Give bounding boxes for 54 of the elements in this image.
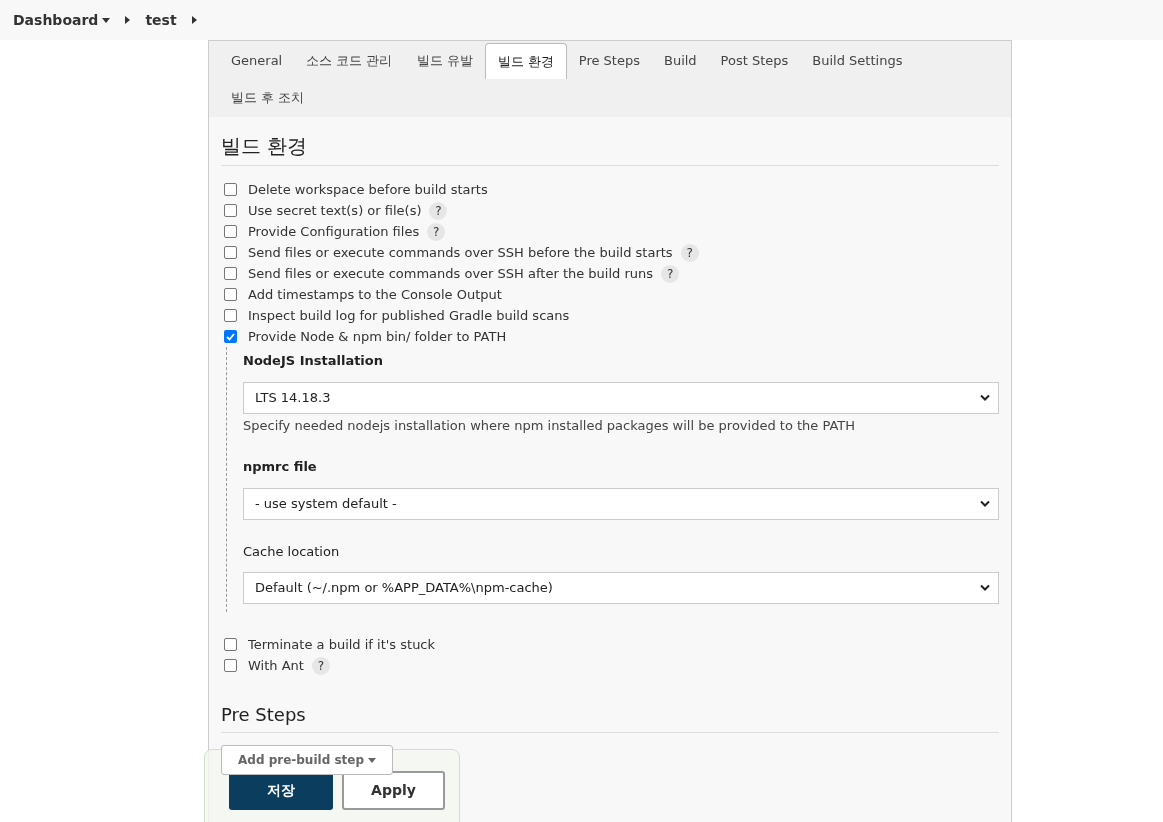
checkbox[interactable] bbox=[224, 288, 237, 301]
chevron-right-icon bbox=[191, 16, 197, 24]
tab[interactable]: 빌드 환경 bbox=[484, 43, 567, 79]
breadcrumb-link[interactable]: test bbox=[145, 9, 177, 31]
help-button[interactable]: ? bbox=[680, 243, 699, 262]
chevron-right-icon bbox=[125, 16, 131, 24]
tab[interactable]: Build Settings bbox=[800, 43, 915, 79]
option-label[interactable]: Provide Configuration files bbox=[248, 221, 420, 242]
chevron-icon bbox=[980, 394, 990, 401]
select-field[interactable]: - use system default - bbox=[243, 487, 999, 520]
select-field[interactable]: Default (~/.npm or %APP_DATA%\npm-cache) bbox=[243, 572, 999, 604]
tab[interactable]: 소스 코드 관리 bbox=[294, 43, 405, 79]
tab[interactable]: 빌드 후 조치 bbox=[219, 80, 317, 116]
chevron-icon bbox=[980, 500, 990, 507]
section-title: Pre Steps bbox=[221, 701, 999, 733]
option-label[interactable]: Delete workspace before build starts bbox=[248, 179, 488, 200]
field-description: Specify needed nodejs installation where npm installed packages will be provided to the PATH bbox=[243, 416, 857, 435]
option-label[interactable]: With Ant bbox=[248, 655, 304, 676]
checkbox[interactable] bbox=[224, 183, 237, 196]
add-step-button[interactable]: Add pre-build step bbox=[221, 745, 393, 775]
tab[interactable]: Post Steps bbox=[708, 43, 801, 79]
checkbox[interactable] bbox=[224, 330, 237, 343]
help-button[interactable]: ? bbox=[311, 656, 330, 675]
tab[interactable]: General bbox=[219, 43, 295, 79]
field-label: NodeJS Installation bbox=[243, 352, 385, 370]
option-label[interactable]: Add timestamps to the Console Output bbox=[248, 284, 502, 305]
option-label[interactable]: Provide Node & npm bin/ folder to PATH bbox=[248, 326, 507, 347]
checkbox[interactable] bbox=[224, 638, 237, 651]
caret-icon bbox=[368, 757, 376, 763]
select-field[interactable]: LTS 14.18.3 bbox=[243, 381, 999, 414]
tab[interactable]: Build bbox=[651, 43, 709, 79]
checkbox[interactable] bbox=[224, 267, 237, 280]
option-label[interactable]: Use secret text(s) or file(s) bbox=[248, 200, 422, 221]
chevron-icon bbox=[980, 584, 990, 592]
tab[interactable]: 빌드 유발 bbox=[404, 43, 485, 79]
checkbox[interactable] bbox=[224, 659, 237, 672]
option-label[interactable]: Inspect build log for published Gradle build scans bbox=[248, 305, 570, 326]
caret-icon bbox=[102, 17, 111, 23]
help-button[interactable]: ? bbox=[429, 201, 448, 220]
option-label[interactable]: Send files or execute commands over SSH after the build runs bbox=[248, 263, 654, 284]
option-label[interactable]: Send files or execute commands over SSH before the build starts bbox=[248, 242, 673, 263]
apply-button[interactable]: Apply bbox=[342, 771, 445, 810]
tab[interactable]: Pre Steps bbox=[566, 43, 652, 79]
breadcrumb-link[interactable]: Dashboard bbox=[13, 9, 111, 31]
checkbox[interactable] bbox=[224, 309, 237, 322]
checkbox[interactable] bbox=[224, 204, 237, 217]
section-title: 빌드 환경 bbox=[221, 131, 999, 166]
help-button[interactable]: ? bbox=[661, 264, 680, 283]
help-button[interactable]: ? bbox=[427, 222, 446, 241]
field-label: npmrc file bbox=[243, 458, 318, 476]
checkbox[interactable] bbox=[224, 225, 237, 238]
checkbox[interactable] bbox=[224, 246, 237, 259]
field-label: Cache location bbox=[243, 542, 341, 561]
option-label[interactable]: Terminate a build if it's stuck bbox=[248, 634, 436, 655]
